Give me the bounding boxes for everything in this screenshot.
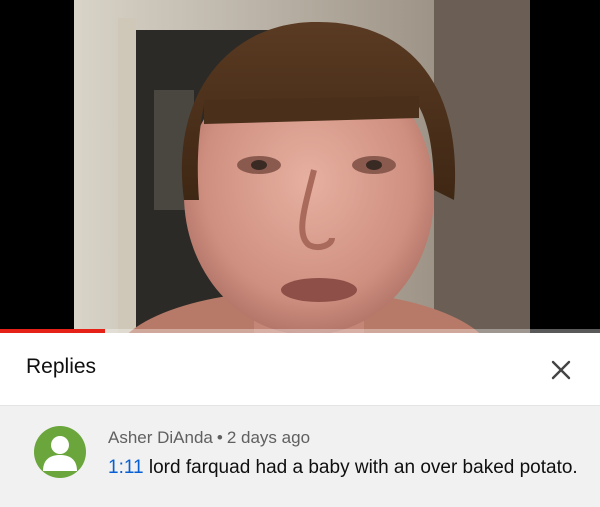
comment-author[interactable]: Asher DiAnda (108, 428, 213, 447)
comment-meta: Asher DiAnda • 2 days ago (108, 428, 310, 448)
replies-title: Replies (26, 355, 97, 378)
comment-text: 1:11 lord farquad had a baby with an ove… (108, 454, 578, 481)
close-icon (551, 360, 571, 380)
comment-body: lord farquad had a baby with an over bak… (143, 457, 578, 478)
comment-age: 2 days ago (226, 428, 311, 447)
meta-separator: • (216, 428, 223, 447)
avatar[interactable] (34, 426, 86, 478)
timestamp-link[interactable]: 1:11 (108, 457, 144, 478)
video-player[interactable] (0, 0, 600, 333)
person-icon (43, 436, 77, 471)
reply-comment: Asher DiAnda • 2 days ago 1:11 lord farqua… (0, 406, 600, 507)
video-still-image (74, 0, 530, 333)
replies-header: Replies (0, 333, 600, 406)
close-button[interactable] (544, 353, 578, 387)
app-screen: Replies Asher DiAnda • 2 days ago 1:11 lor… (0, 0, 600, 507)
video-frame[interactable] (74, 0, 530, 333)
